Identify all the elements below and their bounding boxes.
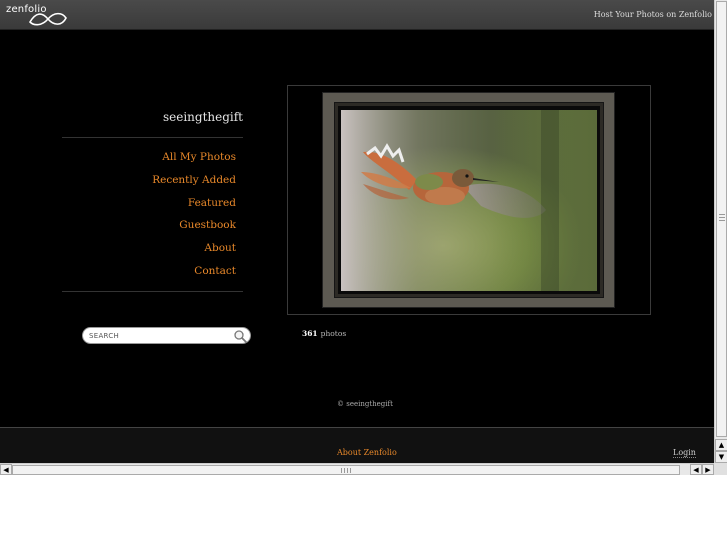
featured-photo[interactable] xyxy=(341,110,597,291)
divider xyxy=(62,137,243,138)
top-bar: zenfolio Host Your Photos on Zenfolio xyxy=(0,0,714,30)
nav-item-contact[interactable]: Contact xyxy=(60,264,236,287)
horizontal-scrollbar[interactable]: ◀ ◀ ▶ xyxy=(0,463,714,475)
about-zenfolio-link[interactable]: About Zenfolio xyxy=(337,448,397,457)
logo-swirl-icon xyxy=(28,12,67,26)
vertical-scroll-thumb[interactable] xyxy=(716,1,727,437)
scrollbar-corner xyxy=(714,463,727,475)
magnifier-icon[interactable] xyxy=(233,329,247,343)
site-title[interactable]: seeingthegift xyxy=(60,110,243,124)
search-input[interactable] xyxy=(89,330,229,342)
nav-item-recently-added[interactable]: Recently Added xyxy=(60,173,236,196)
divider xyxy=(62,291,243,292)
scroll-grip-icon xyxy=(341,468,353,473)
horizontal-scroll-thumb[interactable] xyxy=(12,465,680,475)
copyright-text: © seeingthegift xyxy=(337,400,393,408)
photo-count: 361 photos xyxy=(302,329,346,338)
scroll-left-button[interactable]: ◀ xyxy=(690,464,702,475)
nav-item-featured[interactable]: Featured xyxy=(60,196,236,219)
photo-count-number: 361 xyxy=(302,329,318,338)
photo-count-label: photos xyxy=(320,329,347,338)
scroll-up-button[interactable]: ▲ xyxy=(715,439,727,451)
page-viewport: zenfolio Host Your Photos on Zenfolio se… xyxy=(0,0,714,463)
nav-item-about[interactable]: About xyxy=(60,241,236,264)
vertical-scrollbar[interactable]: ▲ ▼ xyxy=(714,0,727,463)
scroll-down-button[interactable]: ▼ xyxy=(715,451,727,463)
nav-item-all-my-photos[interactable]: All My Photos xyxy=(60,150,236,173)
scroll-grip-icon xyxy=(719,214,725,223)
footer: About Zenfolio Login xyxy=(0,427,714,463)
host-photos-link[interactable]: Host Your Photos on Zenfolio xyxy=(594,10,712,19)
login-link[interactable]: Login xyxy=(673,448,696,458)
site-nav: All My Photos Recently Added Featured Gu… xyxy=(60,150,236,287)
zenfolio-logo[interactable]: zenfolio xyxy=(6,4,68,26)
nav-item-guestbook[interactable]: Guestbook xyxy=(60,218,236,241)
scroll-left-button[interactable]: ◀ xyxy=(0,464,12,475)
search-box xyxy=(82,327,251,344)
scroll-right-button[interactable]: ▶ xyxy=(702,464,714,475)
